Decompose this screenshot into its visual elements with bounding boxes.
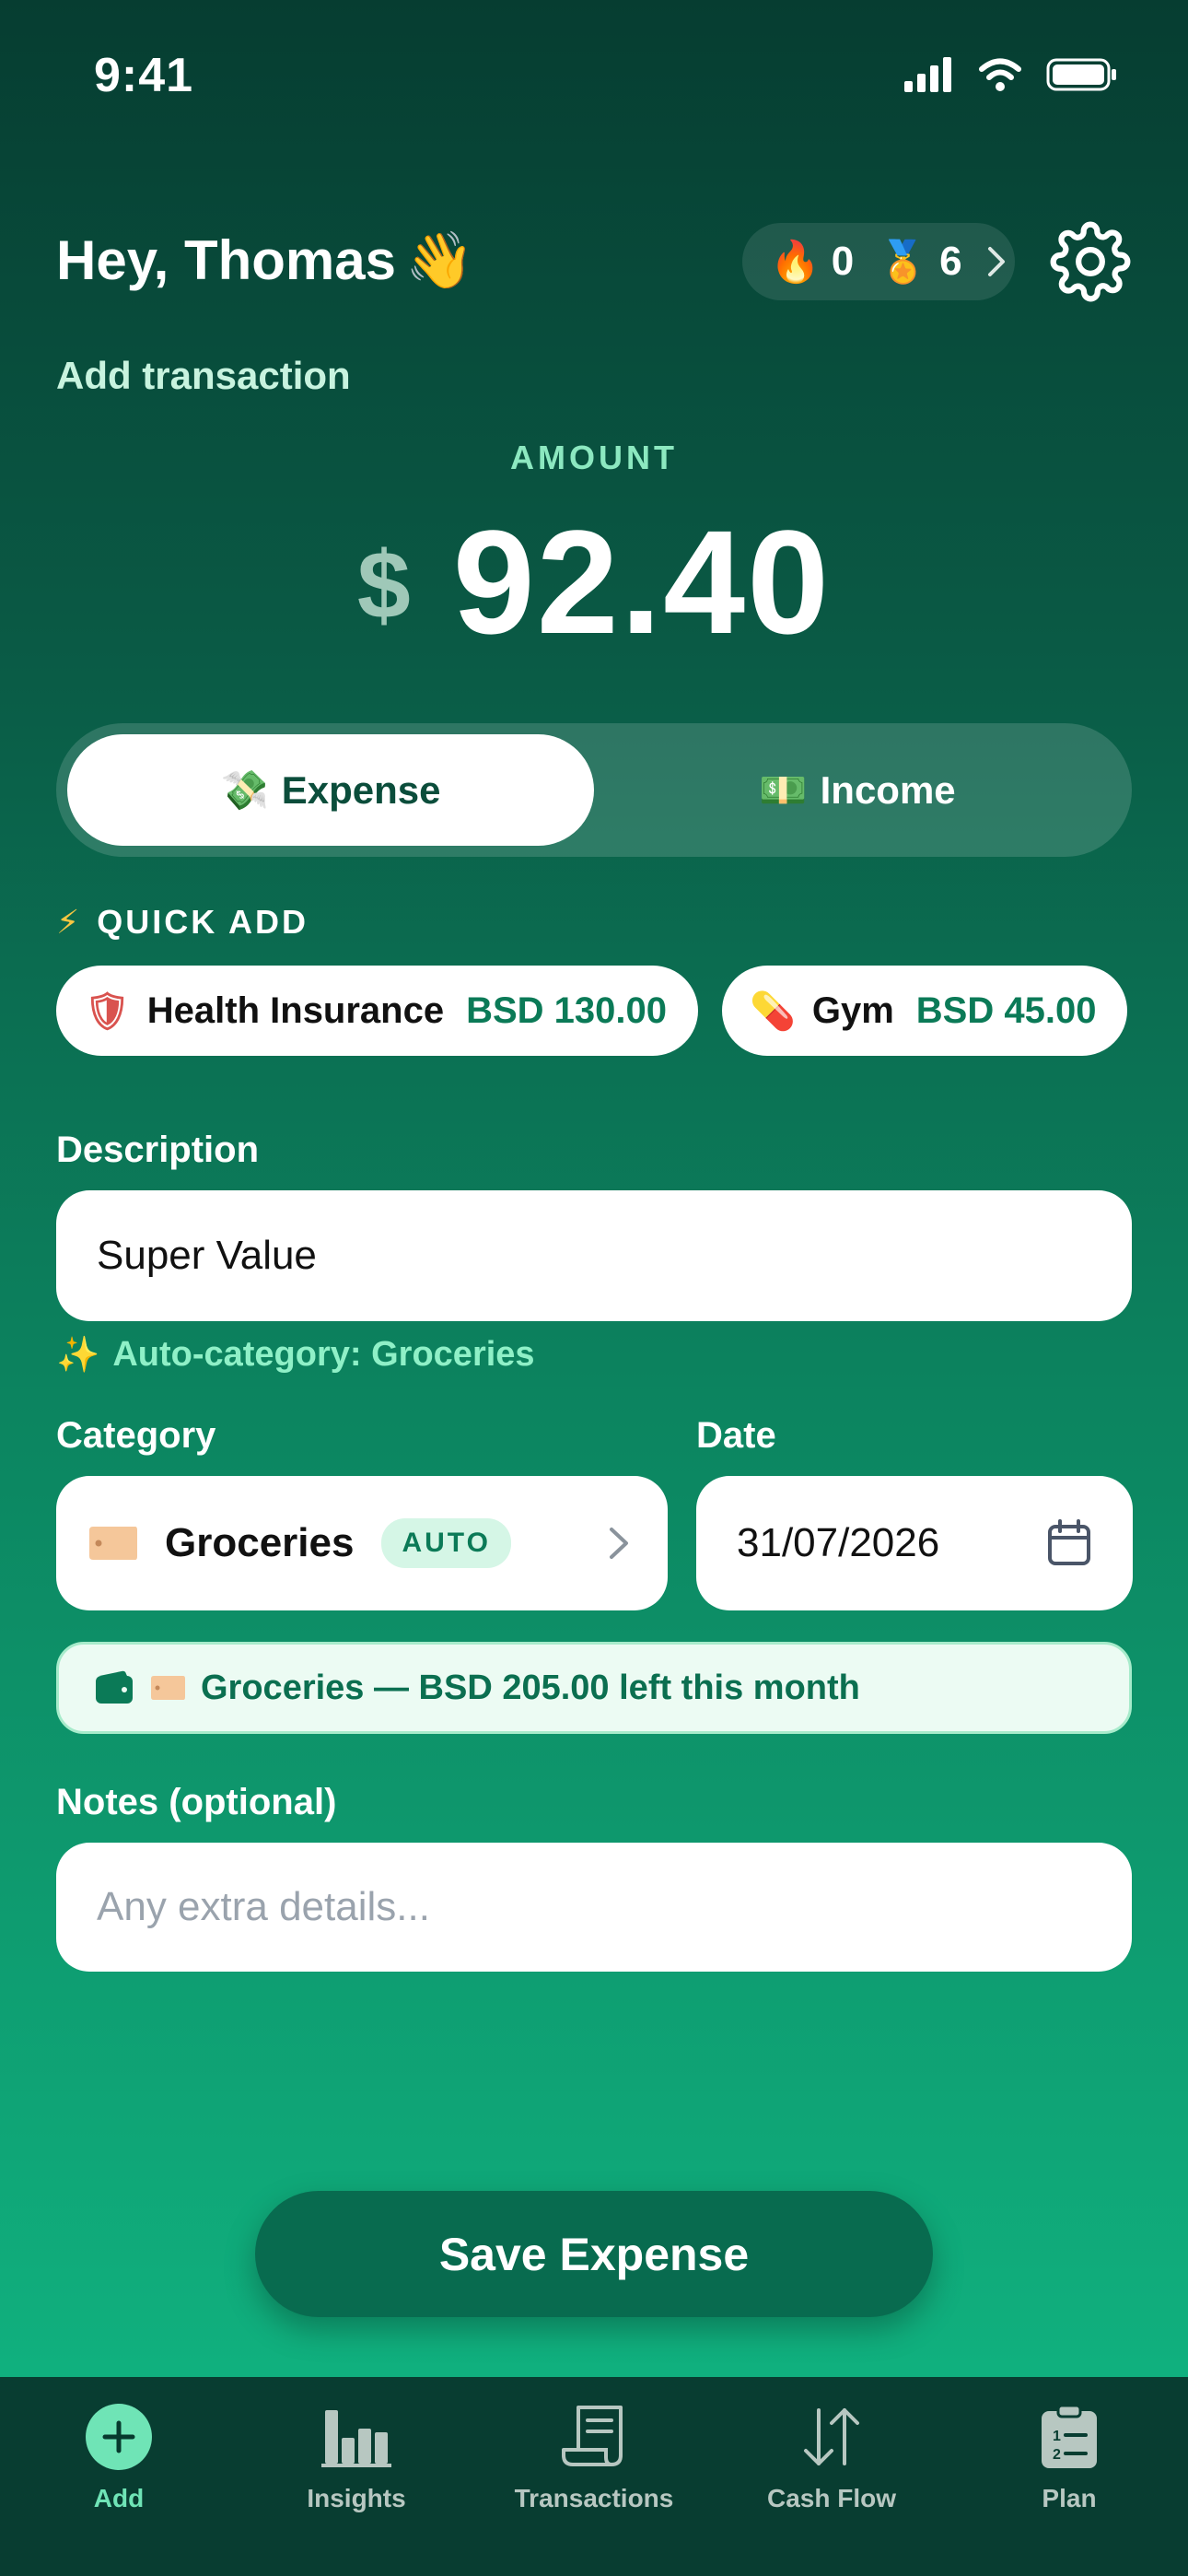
- tab-label: Plan: [1042, 2484, 1097, 2512]
- tag-icon: [151, 1676, 185, 1700]
- gear-icon[interactable]: [1050, 221, 1131, 302]
- description-input[interactable]: Super Value: [56, 1190, 1132, 1321]
- quick-add-list: 🛡 Health Insurance BSD 130.00 💊 Gym BSD …: [56, 966, 1128, 1056]
- waving-hand-icon: 👋: [405, 228, 474, 293]
- amount-value: 92.40: [452, 499, 832, 664]
- receipt-icon: [562, 2406, 623, 2466]
- dollar-bill-icon: 💵: [759, 767, 808, 813]
- chevron-right-icon: [987, 247, 1005, 276]
- chevron-right-icon: [610, 1528, 628, 1559]
- notes-placeholder: Any extra details...: [97, 1884, 430, 1929]
- quick-add-title: ⚡ QUICK ADD: [56, 903, 309, 942]
- auto-category-text: Auto-category: Groceries: [112, 1335, 535, 1374]
- quick-add-chip[interactable]: 💊 Gym BSD 45.00: [722, 966, 1128, 1056]
- status-icons: [904, 57, 1118, 92]
- date-picker[interactable]: 31/07/2026: [696, 1476, 1133, 1610]
- svg-text:1: 1: [1053, 2429, 1061, 2444]
- quick-add-amount: BSD 45.00: [915, 989, 1097, 1031]
- amount-label: AMOUNT: [510, 439, 678, 476]
- income-label: Income: [820, 767, 956, 812]
- amount-display[interactable]: $ 92.40: [0, 498, 1188, 667]
- date-value: 31/07/2026: [737, 1520, 940, 1565]
- plus-circle-icon: [86, 2404, 152, 2470]
- budget-remaining-banner: Groceries — BSD 205.00 left this month: [56, 1642, 1132, 1734]
- expense-tab[interactable]: 💸 Expense: [67, 734, 594, 846]
- tab-add[interactable]: Add: [0, 2399, 238, 2576]
- tab-transactions[interactable]: Transactions: [475, 2399, 713, 2576]
- quick-add-name: Gym: [811, 989, 894, 1031]
- budget-remaining-text: Groceries — BSD 205.00 left this month: [201, 1668, 860, 1707]
- category-value: Groceries: [165, 1520, 355, 1565]
- tab-cash-flow[interactable]: Cash Flow: [713, 2399, 950, 2576]
- svg-text:2: 2: [1053, 2447, 1061, 2463]
- category-select[interactable]: Groceries AUTO: [56, 1476, 668, 1610]
- wifi-icon: [979, 58, 1021, 91]
- auto-badge: AUTO: [381, 1518, 511, 1568]
- medal-count: 6: [939, 239, 962, 284]
- notes-label: Notes (optional): [56, 1782, 337, 1822]
- tab-plan[interactable]: 1 2 Plan: [950, 2399, 1188, 2576]
- clipboard-list-icon: 1 2: [1042, 2404, 1097, 2468]
- income-tab[interactable]: 💵 Income: [594, 734, 1121, 846]
- greeting-text: Hey, Thomas: [56, 229, 396, 291]
- cellular-signal-icon: [904, 57, 951, 92]
- bar-chart-icon: [321, 2410, 391, 2467]
- notes-input[interactable]: Any extra details...: [56, 1843, 1132, 1972]
- date-label: Date: [696, 1415, 776, 1456]
- transaction-type-toggle: 💸 Expense 💵 Income: [56, 723, 1132, 857]
- save-expense-button[interactable]: Save Expense: [255, 2191, 933, 2317]
- quick-add-name: Health Insurance: [146, 989, 445, 1031]
- auto-category-hint: ✨ Auto-category: Groceries: [56, 1334, 535, 1376]
- page-subtitle: Add transaction: [56, 354, 351, 397]
- arrows-updown-icon: [804, 2408, 859, 2465]
- currency-symbol: $: [356, 532, 411, 639]
- category-label: Category: [56, 1415, 216, 1456]
- tab-label: Transactions: [514, 2484, 674, 2512]
- tab-insights[interactable]: Insights: [238, 2399, 475, 2576]
- battery-icon: [1046, 58, 1116, 91]
- bottom-tab-bar: Add Insights Transactions Cash Flow 1 2 …: [0, 2377, 1188, 2576]
- money-wings-icon: 💸: [220, 767, 269, 813]
- lightning-icon: ⚡: [56, 903, 83, 942]
- status-time: 9:41: [94, 49, 194, 102]
- pill-icon: 💊: [750, 989, 796, 1033]
- tag-icon: [89, 1527, 137, 1560]
- tab-label: Insights: [307, 2484, 406, 2512]
- description-label: Description: [56, 1130, 260, 1170]
- wallet-icon: [96, 1670, 133, 1704]
- greeting: Hey, Thomas 👋: [56, 228, 474, 293]
- quick-add-label: QUICK ADD: [97, 903, 309, 941]
- quick-add-chip[interactable]: 🛡 Health Insurance BSD 130.00: [56, 966, 699, 1056]
- sparkles-icon: ✨: [56, 1334, 100, 1375]
- description-value: Super Value: [97, 1233, 317, 1278]
- fire-icon: 🔥: [770, 239, 821, 286]
- calendar-icon: [1048, 1519, 1090, 1565]
- expense-label: Expense: [281, 767, 441, 812]
- streak-badges-button[interactable]: 🔥 0 🏅 6: [742, 223, 1015, 300]
- streak-count: 0: [831, 239, 855, 284]
- medal-icon: 🏅: [878, 239, 929, 286]
- tab-label: Cash Flow: [766, 2484, 896, 2512]
- tab-label: Add: [93, 2484, 145, 2512]
- shield-icon: 🛡: [84, 989, 131, 1033]
- quick-add-amount: BSD 130.00: [466, 989, 668, 1031]
